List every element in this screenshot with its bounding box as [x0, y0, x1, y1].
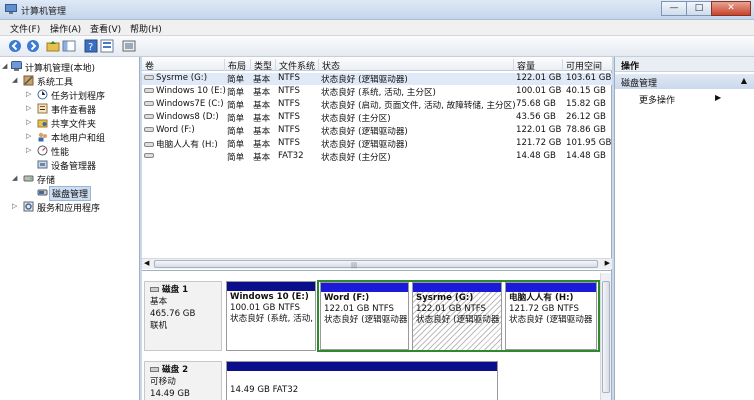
- toolbar: ?: [0, 36, 754, 57]
- partition-removable[interactable]: 14.49 GB FAT32: [226, 361, 498, 400]
- event-icon: [37, 103, 48, 114]
- disk-icon: [150, 287, 159, 292]
- col-free[interactable]: 可用空间: [562, 59, 602, 72]
- console-tree-icon[interactable]: [62, 39, 76, 53]
- export-icon[interactable]: [122, 39, 136, 53]
- col-volume[interactable]: 卷: [142, 59, 154, 72]
- table-row[interactable]: Sysrme (G:) 简单 基本 NTFS 状态良好 (逻辑驱动器) 122.01…: [142, 73, 612, 85]
- volume-list: 卷 布局 类型 文件系统 状态 容量 可用空间 Sysrme (G:) 简单 基本…: [142, 57, 612, 270]
- shared-folder-icon: [37, 119, 48, 128]
- vertical-scrollbar[interactable]: [600, 273, 611, 400]
- console-tree: ◢ 计算机管理(本地) ◢ 系统工具 ▷ 任务计划程序 ▷ 事件查看器 ▷ 共享…: [0, 57, 140, 400]
- window-title: 计算机管理: [21, 7, 67, 17]
- svg-text:?: ?: [88, 42, 93, 53]
- tools-icon: [23, 75, 34, 86]
- actions-section-disk-management[interactable]: 磁盘管理 ▲: [615, 74, 754, 89]
- up-folder-icon[interactable]: [46, 39, 60, 53]
- col-status[interactable]: 状态: [318, 59, 340, 72]
- submenu-arrow-icon: ▶: [715, 93, 722, 102]
- volume-icon: [144, 127, 154, 132]
- partition-h[interactable]: 电脑人人有 (H:) 121.72 GB NTFS 状态良好 (逻辑驱动器: [505, 282, 597, 350]
- volume-list-header: 卷 布局 类型 文件系统 状态 容量 可用空间: [142, 57, 612, 72]
- menu-file[interactable]: 文件(F): [10, 22, 40, 35]
- users-icon: [38, 132, 47, 142]
- disk-icon: [150, 367, 159, 372]
- expand-icon[interactable]: ▷: [26, 118, 34, 126]
- more-actions-link[interactable]: 更多操作 ▶: [639, 93, 721, 106]
- clock-icon: [37, 89, 48, 100]
- performance-icon: [37, 145, 48, 156]
- expand-icon[interactable]: ▷: [26, 146, 34, 154]
- disk-2-info[interactable]: 磁盘 2 可移动 14.49 GB: [144, 361, 222, 400]
- computer-management-icon: [5, 4, 17, 14]
- partition-f[interactable]: Word (F:) 122.01 GB NTFS 状态良好 (逻辑驱动器: [320, 282, 409, 350]
- table-row[interactable]: Windows7E (C:) 简单 基本 NTFS 状态良好 (启动, 页面文件, …: [142, 99, 612, 111]
- expand-icon[interactable]: ▷: [12, 202, 20, 210]
- properties-icon[interactable]: [100, 39, 114, 53]
- volume-icon: [144, 114, 154, 119]
- col-capacity[interactable]: 容量: [513, 59, 535, 72]
- back-icon[interactable]: [8, 39, 22, 53]
- volume-icon: [144, 88, 154, 93]
- maximize-button[interactable]: □: [686, 1, 712, 16]
- actions-header: 操作: [615, 57, 754, 72]
- actions-pane: 操作 磁盘管理 ▲ 更多操作 ▶: [614, 57, 754, 400]
- volume-icon: [144, 101, 154, 106]
- forward-icon[interactable]: [26, 39, 40, 53]
- partition-e[interactable]: Windows 10 (E:) 100.01 GB NTFS 状态良好 (系统, 活…: [226, 281, 316, 351]
- scroll-thumb[interactable]: |||: [154, 260, 598, 269]
- scroll-right-icon[interactable]: ▶: [605, 259, 610, 267]
- table-row[interactable]: Word (F:) 简单 基本 NTFS 状态良好 (逻辑驱动器) 122.01 G…: [142, 125, 612, 137]
- collapse-icon[interactable]: ◢: [12, 174, 20, 182]
- volume-icon: [144, 153, 154, 158]
- table-row[interactable]: 电脑人人有 (H:) 简单 基本 NTFS 状态良好 (逻辑驱动器) 121.72 …: [142, 138, 612, 150]
- tree-root-label: 计算机管理(本地): [25, 64, 96, 74]
- collapse-icon[interactable]: ◢: [12, 76, 20, 84]
- expand-icon[interactable]: ▷: [26, 90, 34, 98]
- disk-graphical-view: 磁盘 1 基本 465.76 GB 联机 Windows 10 (E:) 100.…: [142, 270, 612, 400]
- services-icon: [23, 201, 34, 212]
- collapse-icon[interactable]: ◢: [2, 62, 10, 70]
- computer-icon: [11, 61, 22, 71]
- volume-icon: [144, 75, 154, 80]
- scroll-left-icon[interactable]: ◀: [144, 259, 149, 267]
- table-row[interactable]: Windows 10 (E:) 简单 基本 NTFS 状态良好 (系统, 活动, 主…: [142, 86, 612, 98]
- disk-management-icon: [37, 189, 48, 196]
- disk-1-info[interactable]: 磁盘 1 基本 465.76 GB 联机: [144, 281, 222, 351]
- help-icon[interactable]: ?: [84, 39, 98, 53]
- col-filesystem[interactable]: 文件系统: [275, 59, 315, 72]
- menu-view[interactable]: 查看(V): [90, 22, 121, 35]
- storage-icon: [23, 175, 34, 182]
- table-row[interactable]: 简单 基本 FAT32 状态良好 (主分区) 14.48 GB 14.48 GB: [142, 151, 612, 163]
- collapse-up-icon[interactable]: ▲: [741, 76, 747, 85]
- horizontal-scrollbar[interactable]: ◀ ||| ▶: [142, 258, 612, 269]
- title-bar: 计算机管理 — □ ✕: [0, 0, 754, 20]
- scroll-thumb[interactable]: [602, 281, 610, 393]
- volume-icon: [144, 142, 154, 147]
- expand-icon[interactable]: ▷: [26, 132, 34, 140]
- table-row[interactable]: Windows8 (D:) 简单 基本 NTFS 状态良好 (主分区) 43.56 …: [142, 112, 612, 124]
- col-type[interactable]: 类型: [250, 59, 272, 72]
- close-button[interactable]: ✕: [711, 1, 751, 16]
- minimize-button[interactable]: —: [661, 1, 687, 16]
- partition-g[interactable]: Sysrme (G:) 122.01 GB NTFS 状态良好 (逻辑驱动器: [412, 282, 502, 350]
- device-manager-icon: [37, 160, 48, 169]
- expand-icon[interactable]: ▷: [26, 104, 34, 112]
- menu-bar: 文件(F) 操作(A) 查看(V) 帮助(H): [0, 20, 754, 36]
- menu-help[interactable]: 帮助(H): [130, 22, 162, 35]
- col-layout[interactable]: 布局: [224, 59, 246, 72]
- menu-action[interactable]: 操作(A): [50, 22, 81, 35]
